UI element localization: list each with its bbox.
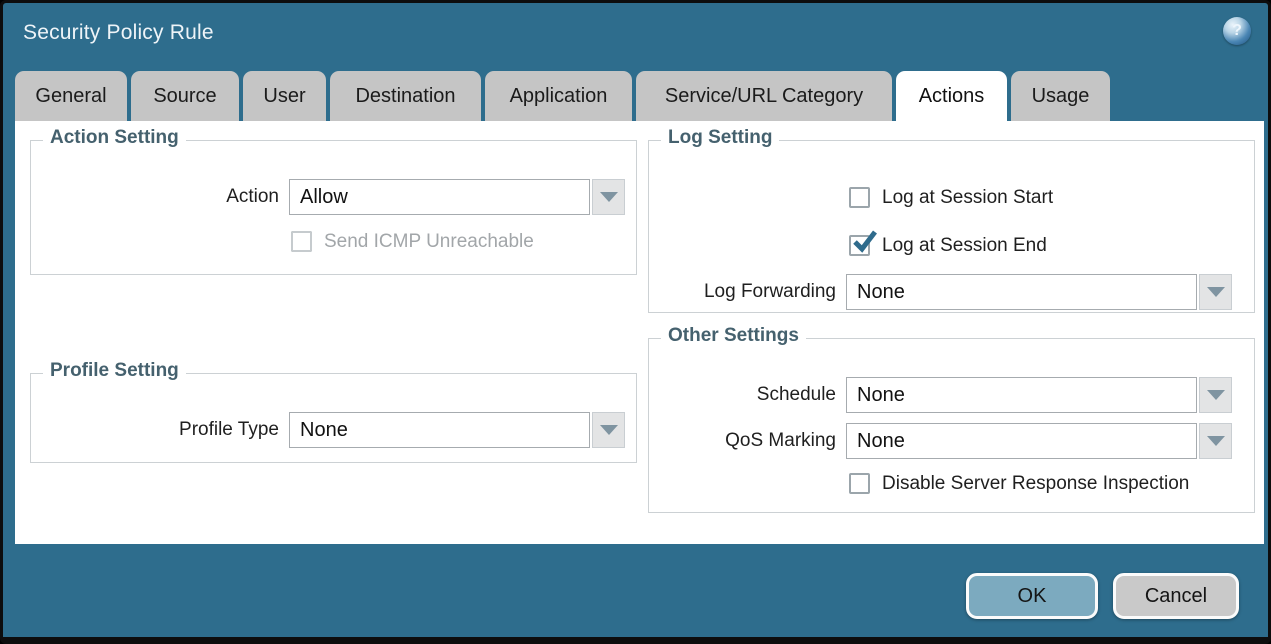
log-forwarding-dropdown: None [846, 274, 1232, 310]
log-setting-group: Log Setting Log at Session Start Log at … [648, 140, 1255, 313]
schedule-dropdown: None [846, 377, 1232, 413]
qos-marking-dropdown: None [846, 423, 1232, 459]
action-label: Action [31, 179, 279, 215]
log-session-end-checkbox[interactable] [849, 235, 870, 256]
log-session-start-checkbox[interactable] [849, 187, 870, 208]
tab-user[interactable]: User [243, 71, 326, 121]
help-icon[interactable]: ? [1223, 17, 1251, 45]
check-icon [852, 229, 878, 255]
tab-actions[interactable]: Actions [896, 71, 1007, 122]
send-icmp-checkbox-disabled-overlay [291, 231, 312, 252]
cancel-button[interactable]: Cancel [1113, 573, 1239, 619]
profile-type-dropdown-button[interactable] [592, 412, 625, 448]
chevron-down-icon [1207, 436, 1225, 446]
actions-tab-panel: Action Setting Action Allow Send ICMP Un… [15, 121, 1264, 544]
send-icmp-label: Send ICMP Unreachable [324, 231, 534, 252]
schedule-select[interactable]: None [846, 377, 1197, 413]
profile-type-select[interactable]: None [289, 412, 590, 448]
schedule-label: Schedule [649, 377, 836, 413]
dsri-checkbox[interactable] [849, 473, 870, 494]
tab-application[interactable]: Application [485, 71, 632, 121]
action-setting-title: Action Setting [43, 127, 186, 149]
action-setting-group: Action Setting Action Allow Send ICMP Un… [30, 140, 637, 275]
ok-button[interactable]: OK [966, 573, 1098, 619]
tab-general[interactable]: General [15, 71, 127, 121]
tab-bar: General Source User Destination Applicat… [15, 71, 1110, 121]
profile-type-label: Profile Type [31, 412, 279, 448]
tab-service-url-category[interactable]: Service/URL Category [636, 71, 892, 121]
profile-setting-group: Profile Setting Profile Type None [30, 373, 637, 463]
action-dropdown: Allow [289, 179, 625, 215]
log-forwarding-dropdown-button[interactable] [1199, 274, 1232, 310]
log-session-start-label[interactable]: Log at Session Start [882, 187, 1053, 208]
chevron-down-icon [600, 425, 618, 435]
log-setting-title: Log Setting [661, 127, 779, 149]
other-settings-title: Other Settings [661, 325, 806, 347]
log-forwarding-label: Log Forwarding [649, 274, 836, 310]
profile-type-dropdown: None [289, 412, 625, 448]
chevron-down-icon [1207, 287, 1225, 297]
qos-marking-dropdown-button[interactable] [1199, 423, 1232, 459]
help-icon-glyph: ? [1232, 22, 1242, 40]
chevron-down-icon [1207, 390, 1225, 400]
action-select[interactable]: Allow [289, 179, 590, 215]
log-session-end-label[interactable]: Log at Session End [882, 235, 1047, 256]
action-dropdown-button[interactable] [592, 179, 625, 215]
qos-marking-label: QoS Marking [649, 423, 836, 459]
tab-destination[interactable]: Destination [330, 71, 481, 121]
profile-setting-title: Profile Setting [43, 360, 186, 382]
log-forwarding-select[interactable]: None [846, 274, 1197, 310]
schedule-dropdown-button[interactable] [1199, 377, 1232, 413]
chevron-down-icon [600, 192, 618, 202]
dsri-label[interactable]: Disable Server Response Inspection [882, 473, 1189, 494]
other-settings-group: Other Settings Schedule None QoS Marking… [648, 338, 1255, 513]
tab-source[interactable]: Source [131, 71, 239, 121]
security-policy-rule-dialog: Security Policy Rule ? General Source Us… [0, 0, 1271, 644]
qos-marking-select[interactable]: None [846, 423, 1197, 459]
dialog-title: Security Policy Rule [23, 21, 214, 45]
dialog-titlebar: Security Policy Rule ? [3, 3, 1268, 65]
tab-usage[interactable]: Usage [1011, 71, 1110, 121]
